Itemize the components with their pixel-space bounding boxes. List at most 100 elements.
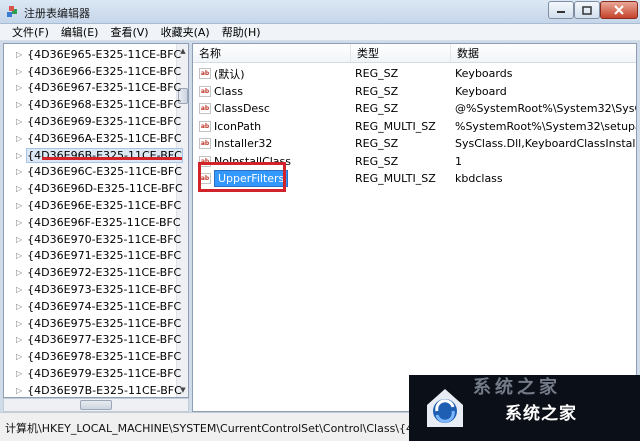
- registry-key-tree[interactable]: ▲ ▼ ▷ {4D36E965-E325-11CE-BFC ▷ {4D36E966-E…: [3, 43, 189, 398]
- close-icon: [614, 5, 624, 15]
- tree-item-label: {4D36E96A-E325-11CE-BFC: [27, 131, 182, 145]
- expand-arrow-icon[interactable]: ▷: [16, 134, 22, 143]
- tree-item-label: {4D36E96D-E325-11CE-BFC: [27, 182, 183, 196]
- tree-item-label: {4D36E972-E325-11CE-BFC: [27, 266, 182, 280]
- expand-arrow-icon[interactable]: ▷: [16, 302, 22, 311]
- value-row[interactable]: ab ClassDesc REG_SZ @%SystemRoot%\System32\…: [193, 100, 636, 118]
- menu-bar: 文件(F) 编辑(E) 查看(V) 收藏夹(A) 帮助(H): [0, 24, 640, 41]
- watermark-faded-text: 系统之家: [473, 377, 561, 398]
- expand-arrow-icon[interactable]: ▷: [16, 167, 22, 176]
- menu-view[interactable]: 查看(V): [104, 24, 154, 40]
- value-name: ClassDesc: [214, 102, 270, 116]
- tree-item[interactable]: ▷ {4D36E978-E325-11CE-BFC: [4, 348, 181, 365]
- string-value-icon: ab: [199, 138, 211, 150]
- tree-item[interactable]: ▷ {4D36E966-E325-11CE-BFC: [4, 63, 181, 80]
- tree-item-label: {4D36E978-E325-11CE-BFC: [27, 350, 182, 364]
- tree-item-label: {4D36E975-E325-11CE-BFC: [27, 316, 182, 330]
- column-type-header[interactable]: 类型: [351, 44, 451, 62]
- minimize-icon: [557, 11, 565, 13]
- tree-item[interactable]: ▷ {4D36E972-E325-11CE-BFC: [4, 264, 181, 281]
- value-name: IconPath: [214, 119, 262, 133]
- registry-values-list[interactable]: 名称 类型 数据 ab (默认) REG_SZ Keyboards ab Class REG…: [192, 43, 637, 412]
- tree-item[interactable]: ▷ {4D36E96A-E325-11CE-BFC: [4, 130, 182, 147]
- tree-item[interactable]: ▷ {4D36E971-E325-11CE-BFC: [4, 248, 181, 265]
- value-type: REG_SZ: [355, 137, 399, 151]
- tree-item[interactable]: ▷ {4D36E979-E325-11CE-BFC: [4, 365, 181, 382]
- menu-help[interactable]: 帮助(H): [216, 24, 267, 40]
- expand-arrow-icon[interactable]: ▷: [16, 50, 22, 59]
- tree-item[interactable]: ▷ {4D36E977-E325-11CE-BFC: [4, 332, 181, 349]
- string-value-icon: ab: [199, 103, 211, 115]
- tree-item[interactable]: ▷ {4D36E969-E325-11CE-BFC: [4, 113, 181, 130]
- menu-favorites[interactable]: 收藏夹(A): [155, 24, 216, 40]
- value-row[interactable]: ab (默认) REG_SZ Keyboards: [193, 65, 636, 83]
- expand-arrow-icon[interactable]: ▷: [16, 218, 22, 227]
- expand-arrow-icon[interactable]: ▷: [16, 201, 22, 210]
- value-data: SysClass.Dll,KeyboardClassInstaller: [455, 137, 636, 151]
- expand-arrow-icon[interactable]: ▷: [16, 151, 22, 160]
- expand-arrow-icon[interactable]: ▷: [16, 319, 22, 328]
- expand-arrow-icon[interactable]: ▷: [16, 352, 22, 361]
- tree-horizontal-scrollbar[interactable]: [3, 398, 189, 412]
- expand-arrow-icon[interactable]: ▷: [16, 369, 22, 378]
- regedit-app-icon: [7, 6, 17, 17]
- column-name-header[interactable]: 名称: [193, 44, 351, 62]
- expand-arrow-icon[interactable]: ▷: [16, 285, 22, 294]
- expand-arrow-icon[interactable]: ▷: [16, 67, 22, 76]
- tree-item[interactable]: ▷ {4D36E965-E325-11CE-BFC: [4, 46, 181, 63]
- tree-item-label: {4D36E969-E325-11CE-BFC: [27, 115, 182, 129]
- tree-item[interactable]: ▷ {4D36E96D-E325-11CE-BFC: [4, 180, 183, 197]
- minimize-button[interactable]: [548, 1, 574, 19]
- value-data: kbdclass: [455, 172, 503, 186]
- watermark-logo-icon: [427, 389, 463, 427]
- tree-item[interactable]: ▷ {4D36E96B-E325-11CE-BFC: [4, 147, 183, 164]
- status-path: 计算机\HKEY_LOCAL_MACHINE\SYSTEM\CurrentCon…: [5, 422, 409, 435]
- close-button[interactable]: [600, 1, 638, 19]
- maximize-button[interactable]: [574, 1, 600, 19]
- expand-arrow-icon[interactable]: ▷: [16, 268, 22, 277]
- tree-item-label: {4D36E97B-E325-11CE-BFC: [27, 383, 182, 397]
- value-type: REG_SZ: [355, 102, 399, 116]
- value-row[interactable]: ab IconPath REG_MULTI_SZ %SystemRoot%\Syste…: [193, 118, 636, 136]
- expand-arrow-icon[interactable]: ▷: [16, 83, 22, 92]
- tree-item[interactable]: ▷ {4D36E96C-E325-11CE-BFC: [4, 164, 182, 181]
- value-type: REG_SZ: [355, 67, 399, 81]
- expand-arrow-icon[interactable]: ▷: [16, 117, 22, 126]
- value-data: Keyboard: [455, 84, 507, 98]
- tree-item[interactable]: ▷ {4D36E974-E325-11CE-BFC: [4, 298, 181, 315]
- value-data: %SystemRoot%\System32\setupapi.d: [455, 119, 636, 133]
- tree-item-label: {4D36E973-E325-11CE-BFC: [27, 283, 182, 297]
- tree-item-label: {4D36E966-E325-11CE-BFC: [27, 64, 182, 78]
- watermark-text: 系统之家: [505, 404, 577, 424]
- expand-arrow-icon[interactable]: ▷: [16, 100, 22, 109]
- expand-arrow-icon[interactable]: ▷: [16, 335, 22, 344]
- value-type: REG_SZ: [355, 154, 399, 168]
- tree-item[interactable]: ▷ {4D36E970-E325-11CE-BFC: [4, 231, 181, 248]
- window-title: 注册表编辑器: [24, 7, 90, 20]
- expand-arrow-icon[interactable]: ▷: [16, 235, 22, 244]
- menu-file[interactable]: 文件(F): [6, 24, 55, 40]
- value-type: REG_MULTI_SZ: [355, 119, 436, 133]
- tree-item[interactable]: ▷ {4D36E96F-E325-11CE-BFC: [4, 214, 181, 231]
- expand-arrow-icon[interactable]: ▷: [16, 386, 22, 395]
- tree-hscroll-thumb[interactable]: [80, 400, 112, 410]
- tree-item[interactable]: ▷ {4D36E967-E325-11CE-BFC: [4, 80, 181, 97]
- menu-edit[interactable]: 编辑(E): [55, 24, 105, 40]
- expand-arrow-icon[interactable]: ▷: [16, 251, 22, 260]
- highlight-box: [198, 162, 286, 192]
- watermark: 系统之家 系统之家: [409, 375, 640, 441]
- tree-item[interactable]: ▷ {4D36E97B-E325-11CE-BFC: [4, 382, 182, 397]
- value-data: 1: [455, 154, 462, 168]
- column-data-header[interactable]: 数据: [451, 44, 636, 62]
- tree-item[interactable]: ▷ {4D36E975-E325-11CE-BFC: [4, 315, 181, 332]
- tree-item[interactable]: ▷ {4D36E973-E325-11CE-BFC: [4, 281, 181, 298]
- value-row[interactable]: ab Installer32 REG_SZ SysClass.Dll,Keyboard…: [193, 135, 636, 153]
- value-data: Keyboards: [455, 67, 513, 81]
- tree-item[interactable]: ▷ {4D36E96E-E325-11CE-BFC: [4, 197, 181, 214]
- expand-arrow-icon[interactable]: ▷: [16, 184, 22, 193]
- tree-item-label: {4D36E965-E325-11CE-BFC: [27, 47, 182, 61]
- tree-item[interactable]: ▷ {4D36E968-E325-11CE-BFC: [4, 96, 181, 113]
- value-row[interactable]: ab Class REG_SZ Keyboard: [193, 83, 636, 101]
- tree-item-label: {4D36E974-E325-11CE-BFC: [27, 299, 182, 313]
- title-bar: 注册表编辑器: [0, 0, 640, 24]
